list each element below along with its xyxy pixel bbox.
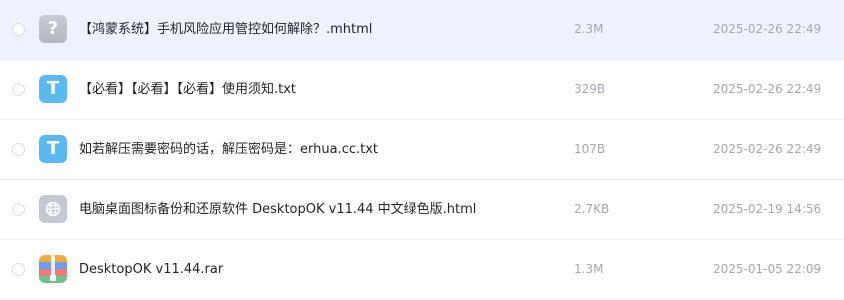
file-row[interactable]: T 如若解压需要密码的话，解压密码是：erhua.cc.txt 107B 202…: [0, 120, 844, 180]
text-glyph: T: [46, 78, 60, 99]
globe-icon: [45, 201, 61, 217]
file-size: 2.3M: [574, 22, 604, 36]
file-date: 2025-02-26 22:49: [713, 22, 822, 36]
file-name[interactable]: 如若解压需要密码的话，解压密码是：erhua.cc.txt: [79, 120, 378, 179]
file-size: 1.3M: [574, 262, 604, 276]
row-checkbox[interactable]: [12, 143, 25, 156]
file-row[interactable]: ? 【鸿蒙系统】手机风险应用管控如何解除？.mhtml 2.3M 2025-02…: [0, 0, 844, 60]
file-row[interactable]: DesktopOK v11.44.rar 1.3M 2025-01-05 22:…: [0, 240, 844, 300]
archive-file-icon: [39, 255, 67, 283]
file-size: 329B: [574, 82, 606, 96]
row-checkbox[interactable]: [12, 23, 25, 36]
file-name[interactable]: 【鸿蒙系统】手机风险应用管控如何解除？.mhtml: [79, 0, 372, 59]
file-name[interactable]: 【必看】【必看】【必看】使用须知.txt: [79, 60, 296, 119]
file-size: 2.7KB: [574, 202, 610, 216]
row-checkbox[interactable]: [12, 83, 25, 96]
file-date: 2025-02-19 14:56: [713, 202, 822, 216]
file-size: 107B: [574, 142, 606, 156]
file-list: ? 【鸿蒙系统】手机风险应用管控如何解除？.mhtml 2.3M 2025-02…: [0, 0, 844, 300]
file-row[interactable]: T 【必看】【必看】【必看】使用须知.txt 329B 2025-02-26 2…: [0, 60, 844, 120]
archive-stripes-icon: [39, 255, 67, 283]
row-checkbox[interactable]: [12, 203, 25, 216]
file-date: 2025-02-26 22:49: [713, 142, 822, 156]
text-file-icon: T: [39, 75, 67, 103]
row-checkbox[interactable]: [12, 263, 25, 276]
text-file-icon: T: [39, 135, 67, 163]
unknown-file-icon: ?: [39, 15, 67, 43]
html-file-icon: [39, 195, 67, 223]
file-row[interactable]: 电脑桌面图标备份和还原软件 DesktopOK v11.44 中文绿色版.htm…: [0, 180, 844, 240]
file-name[interactable]: DesktopOK v11.44.rar: [79, 240, 223, 299]
file-name[interactable]: 电脑桌面图标备份和还原软件 DesktopOK v11.44 中文绿色版.htm…: [79, 180, 476, 239]
file-date: 2025-01-05 22:09: [713, 262, 822, 276]
text-glyph: T: [46, 138, 60, 159]
question-mark-glyph: ?: [47, 18, 59, 39]
file-date: 2025-02-26 22:49: [713, 82, 822, 96]
